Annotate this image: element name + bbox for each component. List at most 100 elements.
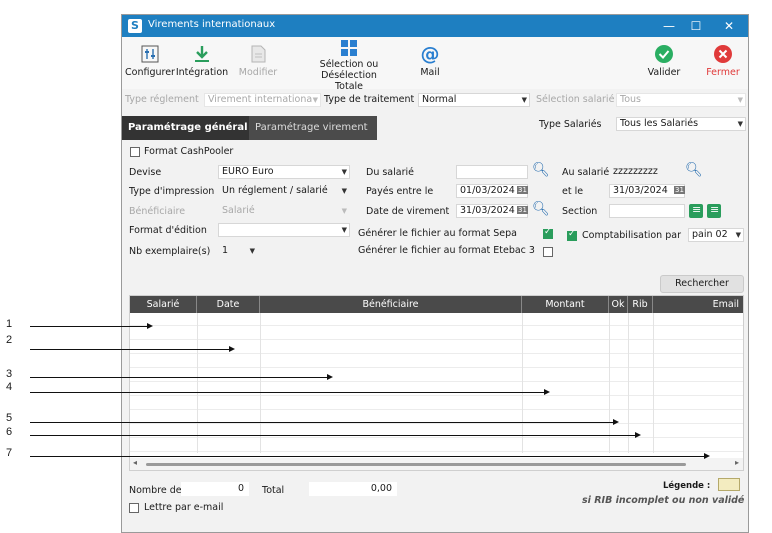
format-edition-select[interactable] xyxy=(218,223,350,237)
callout-arrow-3 xyxy=(30,374,333,380)
type-impression-label: Type d'impression xyxy=(129,186,215,197)
etebac-checkbox[interactable] xyxy=(543,247,553,257)
nb-exemplaires-select[interactable]: 1 xyxy=(218,244,258,258)
callout-arrow-5 xyxy=(30,419,619,425)
col-header-beneficiaire[interactable]: Bénéficiaire xyxy=(260,296,522,313)
modifier-label: Modifier xyxy=(238,67,278,78)
lettre-email-label: Lettre par e-mail xyxy=(144,502,224,513)
maximize-icon[interactable]: ☐ xyxy=(685,17,707,35)
sliders-icon xyxy=(141,45,159,63)
scroll-right-icon[interactable]: ▸ xyxy=(735,458,739,467)
valider-button[interactable]: Valider xyxy=(644,43,684,78)
configurer-button[interactable]: Configurer xyxy=(124,43,176,78)
legende-note: si RIB incomplet ou non validé xyxy=(582,495,745,506)
col-header-rib[interactable]: Rib xyxy=(628,296,653,313)
table-row[interactable] xyxy=(130,313,743,326)
type-traitement-label: Type de traitement xyxy=(324,94,415,105)
callout-number-1: 1 xyxy=(6,318,13,330)
horizontal-scrollbar[interactable]: ◂ ▸ xyxy=(130,458,743,470)
close-circle-icon xyxy=(714,45,732,63)
table-row[interactable] xyxy=(130,383,743,396)
type-traitement-select[interactable]: Normal xyxy=(418,93,530,107)
legende-label: Légende : xyxy=(663,481,711,491)
et-le-label: et le xyxy=(562,186,584,197)
search-date-icon[interactable]: 🔍︎ xyxy=(532,201,550,217)
table-row[interactable] xyxy=(130,327,743,340)
selection-button[interactable]: Sélection ou Désélection Totale xyxy=(306,39,392,92)
selection-salarie-select[interactable]: Tous xyxy=(616,93,746,107)
rechercher-label: Rechercher xyxy=(675,278,729,289)
mail-button[interactable]: @ Mail xyxy=(412,43,448,78)
search-du-salarie-icon[interactable]: 🔍︎ xyxy=(532,162,550,178)
total-label: Total xyxy=(262,485,285,496)
scroll-left-icon[interactable]: ◂ xyxy=(133,458,137,467)
callout-arrow-2 xyxy=(30,346,235,352)
window-title: Virements internationaux xyxy=(148,19,276,30)
table-row[interactable] xyxy=(130,439,743,452)
section-input[interactable] xyxy=(609,204,685,218)
callout-arrow-1 xyxy=(30,323,153,329)
cashpooler-checkbox[interactable] xyxy=(130,147,140,157)
callout-arrow-7 xyxy=(30,453,710,459)
minimize-icon[interactable]: — xyxy=(658,17,680,35)
calendar-payes-icon[interactable]: 31 xyxy=(517,186,528,194)
beneficiaire-value: Salarié xyxy=(222,205,255,216)
devise-select[interactable]: EURO Euro xyxy=(218,165,350,179)
tab-parametrage-virement[interactable]: Paramétrage virement xyxy=(249,116,377,140)
date-virement-label: Date de virement xyxy=(366,206,450,217)
col-header-email[interactable]: Email xyxy=(653,296,745,313)
lettre-email-checkbox[interactable] xyxy=(129,503,139,513)
callout-number-4: 4 xyxy=(6,381,13,393)
table-row[interactable] xyxy=(130,341,743,354)
configurer-label: Configurer xyxy=(125,67,175,78)
close-window-icon[interactable]: ✕ xyxy=(718,17,740,35)
au-salarie-input[interactable]: zzzzzzzzz xyxy=(609,165,683,179)
col-header-salarie[interactable]: Salarié xyxy=(130,296,197,313)
format-edition-label: Format d'édition xyxy=(129,225,207,236)
table-row[interactable] xyxy=(130,397,743,410)
du-salarie-label: Du salarié xyxy=(366,167,414,178)
type-reglement-value: Virement internationa xyxy=(208,94,313,105)
col-header-ok[interactable]: Ok xyxy=(609,296,628,313)
type-reglement-label: Type réglement xyxy=(125,94,199,105)
tab-parametrage-general[interactable]: Paramétrage général xyxy=(122,116,256,140)
type-impression-select[interactable]: Un réglement / salarié xyxy=(218,184,350,198)
comptabilisation-label: Comptabilisation par xyxy=(582,230,681,241)
du-salarie-input[interactable] xyxy=(456,165,528,179)
payes-entre-value: 01/03/2024 xyxy=(460,185,515,196)
type-traitement-value: Normal xyxy=(422,94,457,105)
date-virement-value: 31/03/2024 xyxy=(460,205,515,216)
cashpooler-label: Format CashPooler xyxy=(144,146,234,157)
table-row[interactable] xyxy=(130,369,743,382)
integration-button[interactable]: Intégration xyxy=(174,43,230,78)
calendar-et-le-icon[interactable]: 31 xyxy=(674,186,685,194)
section-list-button-2[interactable] xyxy=(707,203,721,218)
fermer-button[interactable]: Fermer xyxy=(702,43,744,78)
grid-divider xyxy=(260,313,261,453)
search-au-salarie-icon[interactable]: 🔍︎ xyxy=(685,162,703,178)
modifier-button[interactable]: Modifier xyxy=(235,43,281,78)
callout-number-2: 2 xyxy=(6,334,13,346)
table-row[interactable] xyxy=(130,425,743,438)
calendar-virement-icon[interactable]: 31 xyxy=(517,206,528,214)
comptabilisation-select[interactable]: pain 02 xyxy=(688,228,744,242)
results-grid[interactable]: Salarié Date Bénéficiaire Montant Ok Rib… xyxy=(129,295,744,471)
sepa-checkbox[interactable] xyxy=(543,227,553,239)
col-header-date[interactable]: Date xyxy=(197,296,260,313)
rechercher-button[interactable]: Rechercher xyxy=(660,275,744,293)
payes-entre-label: Payés entre le xyxy=(366,186,434,197)
type-salaries-select[interactable]: Tous les Salariés xyxy=(616,117,746,131)
section-label: Section xyxy=(562,206,598,217)
beneficiaire-select[interactable]: Salarié xyxy=(218,204,350,218)
beneficiaire-label: Bénéficiaire xyxy=(129,206,186,217)
col-header-montant[interactable]: Montant xyxy=(522,296,609,313)
type-reglement-select[interactable]: Virement internationa xyxy=(204,93,321,107)
nb-exemplaires-label: Nb exemplaire(s) xyxy=(129,246,211,257)
comptabilisation-checkbox[interactable] xyxy=(567,229,577,241)
type-salaries-label: Type Salariés xyxy=(539,119,602,130)
table-row[interactable] xyxy=(130,355,743,368)
callout-arrow-6 xyxy=(30,432,641,438)
section-list-button[interactable] xyxy=(689,203,703,218)
scrollbar-thumb[interactable] xyxy=(146,463,686,466)
devise-value: EURO Euro xyxy=(222,166,274,177)
